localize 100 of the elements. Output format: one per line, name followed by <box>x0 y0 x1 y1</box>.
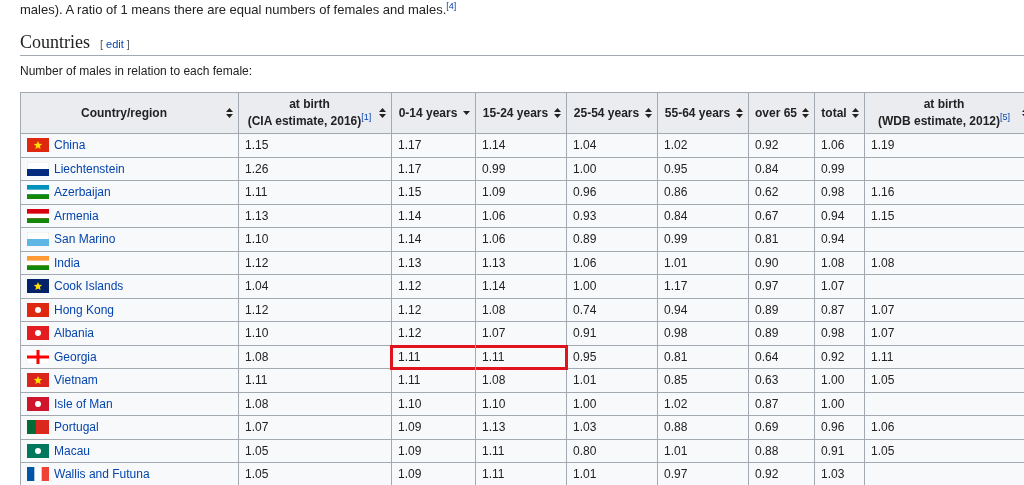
table-cell: 0.80 <box>566 439 658 463</box>
table-cell: 0.94 <box>814 227 865 251</box>
table-cell: 0.98 <box>657 321 749 345</box>
country-link[interactable]: Albania <box>54 326 95 341</box>
sort-icon[interactable] <box>852 108 859 118</box>
table-cell: 0.99 <box>475 157 567 181</box>
section-title: Countries <box>20 32 90 53</box>
table-cell: 0.67 <box>748 204 815 228</box>
table-cell: 1.06 <box>475 227 567 251</box>
edit-link[interactable]: edit <box>106 38 124 50</box>
country-link[interactable]: San Marino <box>54 232 116 247</box>
table-cell: 0.88 <box>748 439 815 463</box>
table-cell: 0.92 <box>814 345 865 369</box>
table-cell: 0.81 <box>657 345 749 369</box>
table-cell: 1.17 <box>657 274 749 298</box>
country-link[interactable]: Isle of Man <box>54 396 113 411</box>
sort-icon[interactable] <box>802 108 809 118</box>
column-header[interactable]: at birth (WDB estimate, 2012)$^{[5]}$ <box>864 92 1024 134</box>
country-link[interactable]: Azerbaijan <box>54 185 111 200</box>
table-cell: 1.08 <box>475 368 567 392</box>
table-cell: 1.12 <box>391 274 476 298</box>
table-cell: 1.06 <box>814 133 865 157</box>
table-cell: 1.11 <box>475 345 567 369</box>
column-header[interactable]: at birth (CIA estimate, 2016)$^{[1]}$ <box>238 92 392 134</box>
column-header[interactable]: 15-24 years <box>475 92 567 134</box>
table-cell: 1.14 <box>391 227 476 251</box>
table-cell: 0.91 <box>566 321 658 345</box>
table-cell: 0.93 <box>566 204 658 228</box>
sort-icon[interactable] <box>226 108 233 118</box>
table-cell: 1.00 <box>814 368 865 392</box>
table-cell: 0.84 <box>748 157 815 181</box>
table-cell: 1.11 <box>391 368 476 392</box>
table-cell: 0.95 <box>657 157 749 181</box>
country-link[interactable]: Hong Kong <box>54 302 115 317</box>
table-cell: 1.00 <box>814 392 865 416</box>
table-cell: 1.10 <box>238 321 392 345</box>
country-link[interactable]: Vietnam <box>54 373 98 388</box>
intro-paragraph: males). A ratio of 1 means there are equal numbers of females and males.$^{[4]}$ <box>20 2 458 18</box>
table-cell: 0.64 <box>748 345 815 369</box>
country-link[interactable]: Macau <box>54 443 91 458</box>
table-cell: 1.00 <box>566 157 658 181</box>
column-header[interactable]: over 65 <box>748 92 815 134</box>
table-cell: 1.01 <box>657 439 749 463</box>
table-cell: 0.98 <box>814 180 865 204</box>
table-cell: 1.09 <box>475 180 567 204</box>
table-cell: 1.15 <box>391 180 476 204</box>
country-link[interactable]: Portugal <box>54 420 99 435</box>
table-cell: 0.84 <box>657 204 749 228</box>
table-cell: 1.02 <box>657 392 749 416</box>
table-cell: 1.01 <box>657 251 749 275</box>
table-cell: 0.69 <box>748 415 815 439</box>
sort-icon[interactable] <box>554 108 561 118</box>
table-cell: 0.63 <box>748 368 815 392</box>
country-link[interactable]: Cook Islands <box>54 279 124 294</box>
table-cell: 1.04 <box>566 133 658 157</box>
sort-icon[interactable] <box>379 108 386 118</box>
sort-descending-icon[interactable] <box>463 111 470 115</box>
sort-icon[interactable] <box>645 108 652 118</box>
country-link[interactable]: India <box>54 255 81 270</box>
table-cell: 0.99 <box>814 157 865 181</box>
table-cell: 1.17 <box>391 157 476 181</box>
table-cell: 0.92 <box>748 133 815 157</box>
country-link[interactable]: Armenia <box>54 208 99 223</box>
table-cell: 0.87 <box>748 392 815 416</box>
table-cell: 1.26 <box>238 157 392 181</box>
table-cell: 1.00 <box>566 392 658 416</box>
table-cell: 1.13 <box>475 251 567 275</box>
column-header[interactable]: total <box>814 92 865 134</box>
table-caption: Number of males in relation to each female: <box>20 64 254 78</box>
table-cell: 1.12 <box>238 251 392 275</box>
table-cell: 1.04 <box>238 274 392 298</box>
table-cell: 1.17 <box>391 133 476 157</box>
table-cell: 0.97 <box>748 274 815 298</box>
table-cell: 0.88 <box>657 415 749 439</box>
column-header[interactable]: 25-54 years <box>566 92 658 134</box>
column-header[interactable]: 0-14 years <box>391 92 476 134</box>
table-cell: 0.96 <box>566 180 658 204</box>
country-link[interactable]: Georgia <box>54 349 97 364</box>
country-link[interactable]: Wallis and Futuna <box>54 467 150 482</box>
sort-icon[interactable] <box>736 108 743 118</box>
table-cell: 1.05 <box>238 439 392 463</box>
table-cell: 0.85 <box>657 368 749 392</box>
table-cell: 0.99 <box>657 227 749 251</box>
table-cell: 1.12 <box>391 298 476 322</box>
table-cell: 1.00 <box>566 274 658 298</box>
country-link[interactable]: China <box>54 138 86 153</box>
column-header[interactable]: 55-64 years <box>657 92 749 134</box>
table-cell: 1.12 <box>238 298 392 322</box>
table-cell: 1.06 <box>475 204 567 228</box>
table-cell: 1.11 <box>238 368 392 392</box>
table-cell: 1.14 <box>475 133 567 157</box>
table-cell: 0.89 <box>748 321 815 345</box>
column-header[interactable]: Country/region <box>20 92 239 134</box>
table-cell: 1.10 <box>475 392 567 416</box>
table-cell: 0.89 <box>748 298 815 322</box>
table-cell: 0.98 <box>814 321 865 345</box>
table-cell: 1.06 <box>566 251 658 275</box>
table-cell: 0.81 <box>748 227 815 251</box>
country-link[interactable]: Liechtenstein <box>54 161 125 176</box>
table-cell: 1.11 <box>475 439 567 463</box>
